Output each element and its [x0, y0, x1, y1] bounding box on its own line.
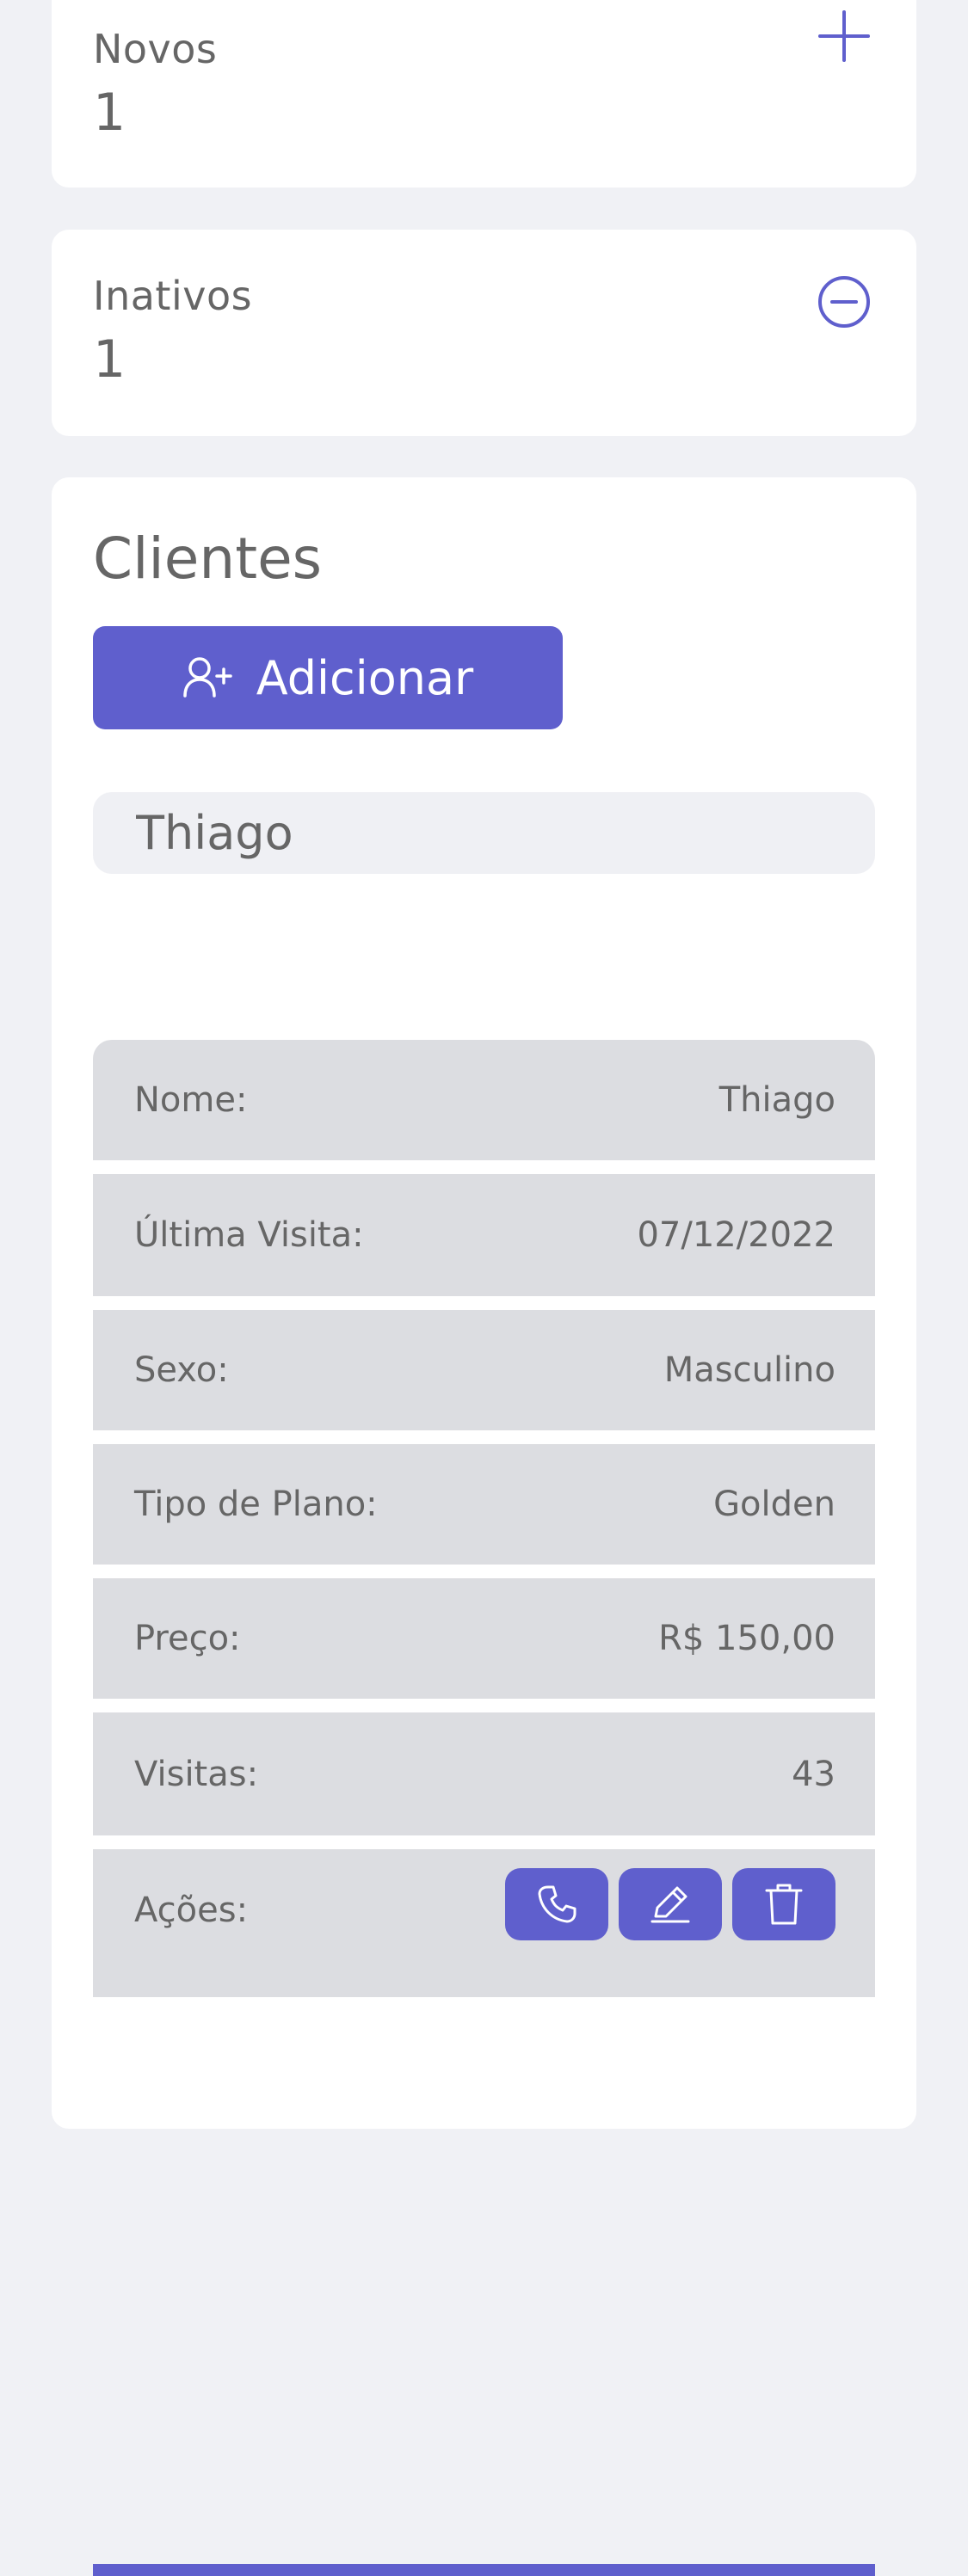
detail-label: Ações: — [134, 1891, 249, 1930]
client-actions — [505, 1868, 835, 1940]
detail-row-acoes: Ações: — [93, 1849, 875, 1997]
inativos-count: 1 — [93, 329, 126, 390]
trash-icon — [764, 1883, 804, 1926]
pencil-icon — [649, 1884, 692, 1925]
add-client-button[interactable]: Adicionar — [93, 626, 563, 729]
detail-label: Sexo: — [134, 1350, 229, 1390]
detail-label: Última Visita: — [134, 1215, 364, 1255]
novos-card: Novos 1 — [52, 0, 916, 188]
detail-value: 43 — [792, 1754, 835, 1794]
clientes-title: Clientes — [93, 526, 323, 592]
add-client-label: Adicionar — [256, 650, 474, 705]
detail-value: Thiago — [718, 1080, 835, 1120]
phone-icon — [536, 1884, 577, 1925]
detail-value: R$ 150,00 — [658, 1619, 835, 1658]
detail-row-preco: Preço: R$ 150,00 — [93, 1578, 875, 1699]
detail-label: Nome: — [134, 1080, 248, 1120]
user-plus-icon — [182, 656, 234, 699]
detail-value: 07/12/2022 — [637, 1215, 835, 1255]
novos-label: Novos — [93, 26, 218, 72]
minus-circle-icon[interactable] — [817, 274, 872, 329]
novos-count: 1 — [93, 83, 126, 143]
inativos-card: Inativos 1 — [52, 230, 916, 436]
delete-button[interactable] — [732, 1868, 835, 1940]
clientes-card: Clientes Adicionar Nome: Thiago Última V… — [52, 477, 916, 2576]
client-search-input[interactable] — [93, 792, 875, 874]
detail-row-nome: Nome: Thiago — [93, 1040, 875, 1160]
detail-label: Visitas: — [134, 1754, 259, 1794]
table-bottom-bar — [93, 2564, 875, 2576]
detail-value: Golden — [713, 1485, 835, 1524]
inativos-label: Inativos — [93, 273, 253, 319]
detail-row-tipo-plano: Tipo de Plano: Golden — [93, 1444, 875, 1565]
detail-row-visitas: Visitas: 43 — [93, 1712, 875, 1835]
detail-row-ultima-visita: Última Visita: 07/12/2022 — [93, 1174, 875, 1296]
detail-row-sexo: Sexo: Masculino — [93, 1310, 875, 1430]
detail-label: Preço: — [134, 1619, 241, 1658]
plus-icon[interactable] — [817, 9, 872, 64]
detail-label: Tipo de Plano: — [134, 1485, 378, 1524]
call-button[interactable] — [505, 1868, 608, 1940]
edit-button[interactable] — [619, 1868, 722, 1940]
detail-value: Masculino — [663, 1350, 835, 1390]
